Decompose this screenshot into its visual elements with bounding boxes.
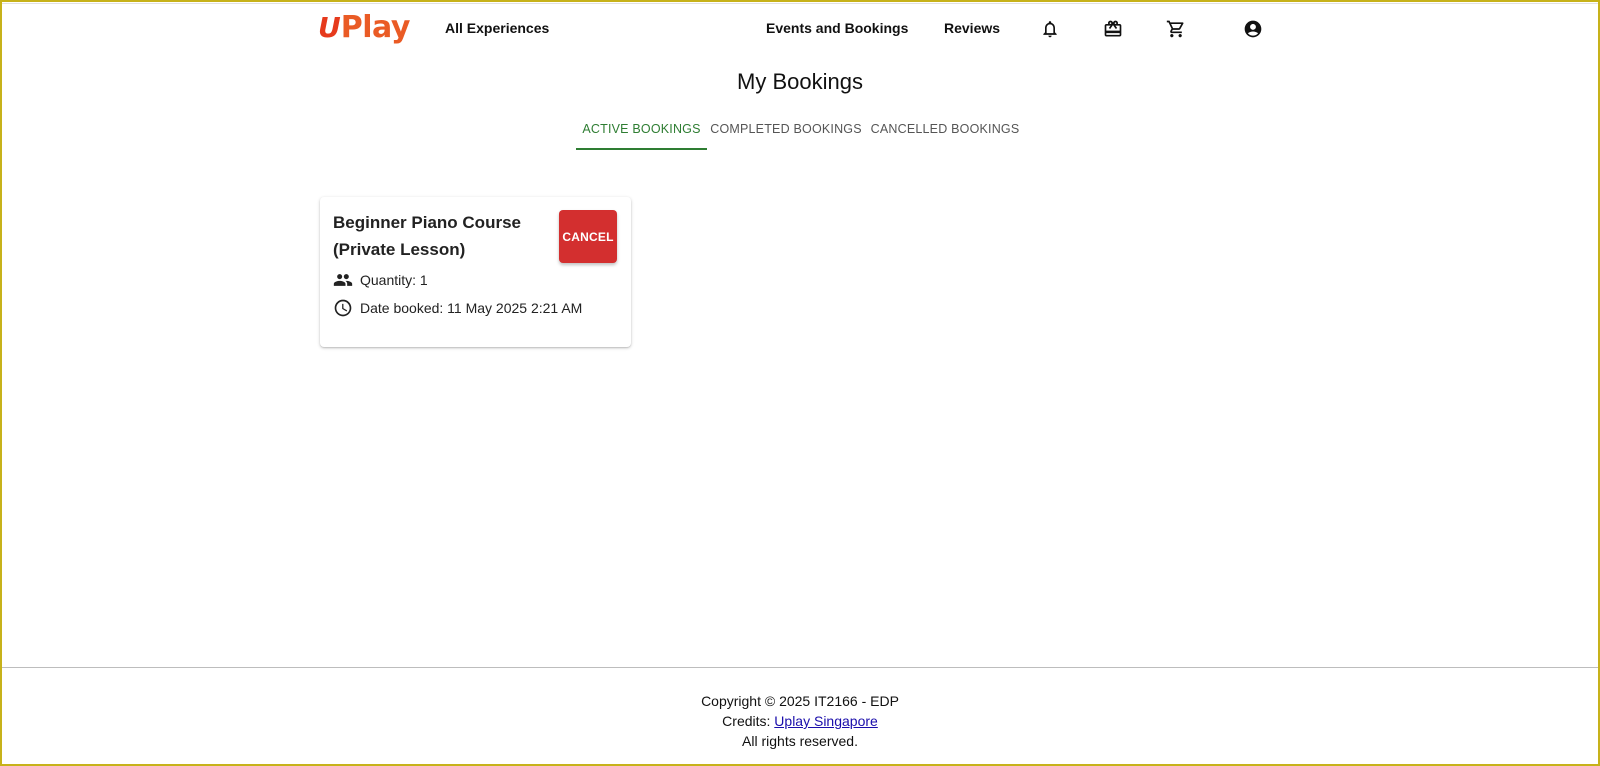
gift-card-button[interactable] xyxy=(1102,18,1124,40)
footer-rights: All rights reserved. xyxy=(742,733,858,749)
gift-card-icon xyxy=(1104,20,1122,37)
nav-all-experiences[interactable]: All Experiences xyxy=(445,20,549,36)
nav-reviews[interactable]: Reviews xyxy=(944,20,1000,36)
account-icon xyxy=(1244,20,1262,38)
tab-active-bookings[interactable]: ACTIVE BOOKINGS xyxy=(576,115,707,150)
footer-divider xyxy=(0,667,1600,668)
credits-link[interactable]: Uplay Singapore xyxy=(774,713,878,729)
notifications-button[interactable] xyxy=(1039,18,1061,40)
logo-mark: U xyxy=(318,11,341,44)
cart-button[interactable] xyxy=(1165,18,1187,40)
page-title: My Bookings xyxy=(737,69,863,94)
footer-credits: Credits: Uplay Singapore xyxy=(0,713,1600,729)
date-booked-text: Date booked: 11 May 2025 2:21 AM xyxy=(360,300,583,316)
quantity-text: Quantity: 1 xyxy=(360,272,428,288)
credits-prefix: Credits: xyxy=(722,713,775,729)
cart-icon xyxy=(1166,20,1184,38)
clock-icon xyxy=(334,299,352,317)
booking-quantity: Quantity: 1 xyxy=(333,270,428,290)
booking-date: Date booked: 11 May 2025 2:21 AM xyxy=(333,298,582,318)
people-icon xyxy=(333,274,353,286)
bell-icon xyxy=(1043,21,1057,38)
booking-title-line1: Beginner Piano Course xyxy=(333,213,521,232)
account-button[interactable] xyxy=(1242,18,1264,40)
top-divider xyxy=(0,3,1600,4)
booking-title-line2: (Private Lesson) xyxy=(333,240,466,259)
nav-events-bookings[interactable]: Events and Bookings xyxy=(766,20,908,36)
tab-completed-bookings[interactable]: COMPLETED BOOKINGS xyxy=(710,115,862,150)
tab-cancelled-bookings[interactable]: CANCELLED BOOKINGS xyxy=(870,115,1020,150)
booking-title: Beginner Piano Course (Private Lesson) xyxy=(333,209,543,263)
footer-copyright: Copyright © 2025 IT2166 - EDP xyxy=(701,693,899,709)
uplay-logo[interactable]: U Play xyxy=(318,10,410,46)
cancel-booking-button[interactable]: CANCEL xyxy=(559,210,617,263)
logo-text: Play xyxy=(340,10,411,45)
booking-card: Beginner Piano Course (Private Lesson) C… xyxy=(320,197,631,347)
